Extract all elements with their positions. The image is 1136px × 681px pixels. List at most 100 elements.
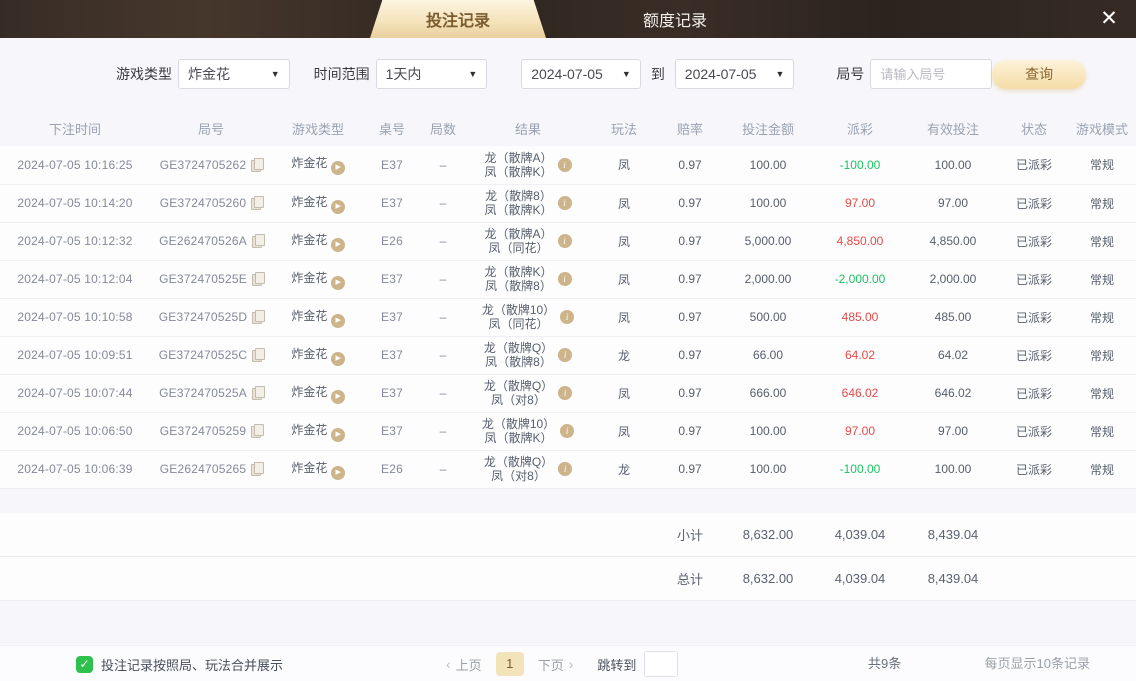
copy-icon[interactable] [251,157,265,172]
cell-bet-amount: 66.00 [722,336,814,375]
cell-game-type: 炸金花 ▶ [272,222,364,261]
table-row: 2024-07-05 10:14:20 GE3724705260 炸金花 ▶ E37–… [0,184,1136,223]
cell-odds: 0.97 [658,184,722,223]
cell-result: 龙（散牌10） 凤（同花） i [466,298,590,337]
cell-bet-amount: 100.00 [722,184,814,223]
checkbox-checked-icon[interactable]: ✓ [76,655,93,673]
result-content: 龙（散牌8） 凤（散牌K） i [484,189,572,217]
cell-table-no: E37 [364,412,420,451]
next-page-button[interactable]: 下页 › [538,655,574,674]
column-header: 状态 [1020,121,1047,137]
copy-icon[interactable] [251,272,265,286]
play-icon[interactable]: ▶ [330,351,345,366]
cell-play-type: 凤 [590,298,658,337]
cell-status: 已派彩 [1000,184,1068,223]
table-row: 2024-07-05 10:16:25 GE3724705262 炸金花 ▶ E37–… [0,146,1136,185]
subtotal-row: 小计 8,632.00 4,039.04 8,439.04 [0,512,1136,557]
column-header: 投注金额 [741,121,794,137]
play-icon[interactable]: ▶ [330,237,345,252]
info-icon[interactable]: i [558,462,573,476]
info-icon[interactable]: i [557,157,572,172]
cell-odds: 0.97 [658,222,722,261]
play-icon[interactable]: ▶ [330,465,345,480]
time-range-label: 时间范围 [313,66,370,82]
page-number-button[interactable]: 1 [495,652,524,676]
tab-betting-records[interactable]: 投注记录 [370,0,546,38]
prev-page-label: 上页 [455,657,482,673]
cell-game-type: 炸金花 ▶ [272,260,364,299]
result-content: 龙（散牌10） 凤（同花） i [481,303,575,331]
cell-bet-time: 2024-07-05 10:07:44 [0,374,150,413]
merge-display-checkbox[interactable]: ✓ 投注记录按照局、玩法合并展示 [76,646,283,681]
copy-icon[interactable] [251,196,265,210]
column-header: 玩法 [610,121,637,137]
cell-bet-time: 2024-07-05 10:12:04 [0,260,150,299]
info-icon[interactable]: i [557,234,572,248]
info-icon[interactable]: i [560,424,575,438]
cell-status: 已派彩 [1000,450,1068,489]
cell-game-type: 炸金花 ▶ [272,412,364,451]
cell-result: 龙（散牌K） 凤（散牌8） i [466,260,590,299]
cell-odds: 0.97 [658,260,722,299]
cell-round-id: GE372470525A [150,374,272,413]
table-row: 2024-07-05 10:12:32 GE262470526A 炸金花 ▶ E26–… [0,222,1136,261]
cell-table-no: E37 [364,146,420,185]
cell-odds: 0.97 [658,374,722,413]
jump-to-input[interactable] [644,651,679,677]
game-type-select[interactable]: 炸金花 ▼ [178,59,290,89]
next-page-label: 下页 [537,657,564,673]
play-icon[interactable]: ▶ [330,275,345,290]
copy-icon[interactable] [252,310,266,324]
cell-play-type: 凤 [590,146,658,185]
cell-round-id: GE372470525D [150,298,272,337]
table-row: 2024-07-05 10:07:44 GE372470525A 炸金花 ▶ E37–… [0,374,1136,413]
date-to-select[interactable]: 2024-07-05 ▼ [674,59,795,89]
play-icon[interactable]: ▶ [330,389,345,404]
table-header-row: 下注时间 局号 游戏类型 桌号 局数 结果 玩法 赔率 投注金额 派彩 有效投注 状态 游戏模式 [0,110,1136,146]
close-icon[interactable]: ✕ [1094,4,1124,34]
copy-icon[interactable] [252,348,266,362]
info-icon[interactable]: i [558,348,573,362]
cell-table-no: E37 [364,260,420,299]
subtotal-payout: 4,039.04 [814,512,906,557]
cell-valid-bet: 4,850.00 [906,222,1000,261]
time-range-value: 1天内 [385,66,422,82]
result-lines: 龙（散牌10） 凤（同花） [481,303,556,331]
cell-game-type: 炸金花 ▶ [272,298,364,337]
prev-page-button[interactable]: ‹ 上页 [446,655,482,674]
copy-icon[interactable] [251,386,265,400]
info-icon[interactable]: i [560,310,575,324]
result-content: 龙（散牌Q） 凤（对8） i [484,455,573,483]
info-icon[interactable]: i [557,272,572,286]
cell-bet-amount: 100.00 [722,412,814,451]
cell-result: 龙（散牌Q） 凤（散牌8） i [466,336,590,375]
cell-odds: 0.97 [658,412,722,451]
chevron-left-icon: ‹ [446,656,451,672]
play-icon[interactable]: ▶ [330,427,345,442]
cell-payout: -100.00 [814,450,906,489]
play-icon[interactable]: ▶ [330,161,345,176]
cell-bet-time: 2024-07-05 10:12:32 [0,222,150,261]
copy-icon[interactable] [251,462,265,476]
tab-quota-records[interactable]: 额度记录 [600,0,750,38]
query-button[interactable]: 查询 [992,59,1086,89]
cell-table-no: E37 [364,184,420,223]
play-icon[interactable]: ▶ [330,313,345,328]
copy-icon[interactable] [251,234,265,248]
cell-play-type: 凤 [590,412,658,451]
cell-round-count: – [420,222,466,261]
cell-bet-time: 2024-07-05 10:16:25 [0,146,150,185]
copy-icon[interactable] [251,424,265,438]
result-lines: 龙（散牌Q） 凤（散牌8） [483,341,554,369]
round-id-input[interactable] [870,59,993,89]
column-header: 结果 [514,121,541,137]
date-from-select[interactable]: 2024-07-05 ▼ [521,59,641,89]
cell-round-count: – [420,412,466,451]
info-icon[interactable]: i [557,196,572,210]
result-content: 龙（散牌10） 凤（散牌K） i [482,417,575,445]
info-icon[interactable]: i [558,386,573,400]
cell-odds: 0.97 [658,146,722,185]
column-header: 局号 [197,121,224,137]
play-icon[interactable]: ▶ [330,199,345,214]
time-range-select[interactable]: 1天内 ▼ [375,59,488,89]
